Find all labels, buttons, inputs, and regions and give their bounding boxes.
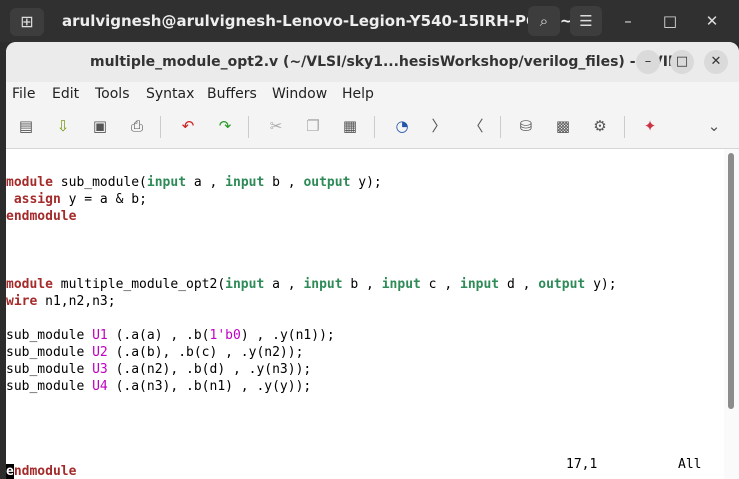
load-session-icon[interactable]: ⛁ xyxy=(514,114,538,138)
copy-icon[interactable]: ❐ xyxy=(301,114,325,138)
find-next-icon[interactable]: 〉 xyxy=(427,114,451,138)
menu-file[interactable]: File xyxy=(12,86,35,102)
find-replace-icon[interactable]: ◔ xyxy=(390,114,414,138)
save-all-icon[interactable]: ▣ xyxy=(88,114,112,138)
cut-icon[interactable]: ✂ xyxy=(264,114,288,138)
maximize-button[interactable]: □ xyxy=(670,50,694,74)
code-line: module multiple_module_opt2(input a , in… xyxy=(6,277,617,292)
window-title: multiple_module_opt2.v (~/VLSI/sky1...he… xyxy=(90,54,692,70)
menu-window[interactable]: Window xyxy=(272,86,327,102)
scroll-position: All xyxy=(678,457,702,472)
terminal-title-bar: ⊞ arulvignesh@arulvignesh-Lenovo-Legion-… xyxy=(0,0,739,42)
text-editor[interactable]: module sub_module(input a , input b , ou… xyxy=(6,149,724,479)
menu-bar: File Edit Tools Syntax Buffers Window He… xyxy=(6,82,739,106)
overflow-chevron-icon[interactable]: ⌄ xyxy=(702,114,726,138)
code-line: sub_module U3 (.a(n2), .b(d) , .y(n3)); xyxy=(6,362,312,377)
toolbar: ▤ ⇩ ▣ ⎙ ↶ ↷ ✂ ❐ ▦ ◔ 〉 〈 ⛁ ▩ ⚙ ✦ ⌄ xyxy=(6,106,739,149)
print-icon[interactable]: ⎙ xyxy=(125,114,149,138)
menu-edit[interactable]: Edit xyxy=(52,86,79,102)
vertical-scrollbar[interactable] xyxy=(724,149,739,479)
terminal-title: arulvignesh@arulvignesh-Lenovo-Legion-Y5… xyxy=(62,12,596,30)
undo-icon[interactable]: ↶ xyxy=(176,114,200,138)
menu-syntax[interactable]: Syntax xyxy=(146,86,194,102)
run-script-icon[interactable]: ⚙ xyxy=(588,114,612,138)
hamburger-menu-icon[interactable]: ☰ xyxy=(570,6,602,36)
save-session-icon[interactable]: ▩ xyxy=(551,114,575,138)
menu-tools[interactable]: Tools xyxy=(95,86,130,102)
save-icon[interactable]: ⇩ xyxy=(51,114,75,138)
make-icon[interactable]: ✦ xyxy=(638,114,662,138)
toolbar-separator xyxy=(624,116,625,138)
toolbar-separator xyxy=(248,116,249,138)
toolbar-separator xyxy=(160,116,161,138)
text-cursor: e xyxy=(6,464,14,479)
code-line: module sub_module(input a , input b , ou… xyxy=(6,175,382,190)
terminal-maximize-button[interactable]: □ xyxy=(654,6,686,36)
minimize-button[interactable]: – xyxy=(636,50,660,74)
code-line: endmodule xyxy=(6,464,77,479)
scrollbar-thumb[interactable] xyxy=(728,153,734,409)
open-file-icon[interactable]: ▤ xyxy=(14,114,38,138)
cursor-position: 17,1 xyxy=(566,457,598,472)
terminal-minimize-button[interactable]: – xyxy=(612,6,644,36)
menu-help[interactable]: Help xyxy=(342,86,374,102)
toolbar-separator xyxy=(374,116,375,138)
search-icon[interactable]: ⌕ xyxy=(528,6,560,36)
code-line: sub_module U2 (.a(b), .b(c) , .y(n2)); xyxy=(6,345,304,360)
gvim-title-bar: multiple_module_opt2.v (~/VLSI/sky1...he… xyxy=(6,42,739,82)
code-line: sub_module U1 (.a(a) , .b(1'b0) , .y(n1)… xyxy=(6,328,335,343)
code-line: wire n1,n2,n3; xyxy=(6,294,116,309)
find-previous-icon[interactable]: 〈 xyxy=(464,114,488,138)
terminal-close-button[interactable]: ✕ xyxy=(696,6,728,36)
redo-icon[interactable]: ↷ xyxy=(213,114,237,138)
menu-buffers[interactable]: Buffers xyxy=(207,86,257,102)
code-line: sub_module U4 (.a(n3), .b(n1) , .y(y)); xyxy=(6,379,312,394)
code-line: endmodule xyxy=(6,209,77,224)
gvim-window: multiple_module_opt2.v (~/VLSI/sky1...he… xyxy=(6,42,739,479)
close-button[interactable]: ✕ xyxy=(704,50,728,74)
code-line: assign y = a & b; xyxy=(13,192,147,207)
paste-icon[interactable]: ▦ xyxy=(338,114,362,138)
new-tab-icon[interactable]: ⊞ xyxy=(10,8,44,36)
toolbar-separator xyxy=(500,116,501,138)
